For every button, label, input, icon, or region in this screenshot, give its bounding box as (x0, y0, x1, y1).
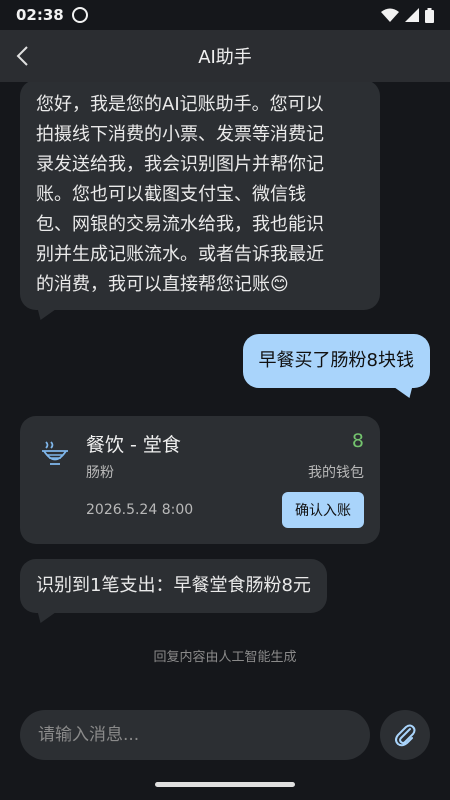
ai-intro-line: 您好，我是您的AI记账助手。您可以 (36, 94, 324, 115)
wifi-icon (381, 8, 399, 22)
input-row (0, 700, 450, 770)
battery-icon (425, 7, 434, 23)
chevron-left-icon (16, 46, 28, 66)
confirm-record-button[interactable]: 确认入账 (282, 492, 364, 528)
ai-intro-line: 拍摄线下消费的小票、发票等消费记 (36, 124, 324, 145)
paperclip-icon (395, 724, 416, 747)
record-amount: 8 (351, 430, 364, 452)
ai-intro-line: 账。您也可以截图支付宝、微信钱 (36, 184, 306, 205)
noodle-bowl-icon (42, 441, 68, 465)
signal-icon (405, 8, 419, 22)
message-input[interactable] (20, 710, 370, 760)
user-message-bubble: 早餐买了肠粉8块钱 (242, 334, 430, 388)
chat-list[interactable]: 您好，我是您的AI记账助手。您可以 拍摄线下消费的小票、发票等消费记 录发送给我… (0, 82, 450, 700)
ai-intro-bubble: 您好，我是您的AI记账助手。您可以 拍摄线下消费的小票、发票等消费记 录发送给我… (20, 82, 380, 310)
notification-icon (71, 7, 88, 23)
ai-disclaimer: 回复内容由人工智能生成 (153, 650, 297, 665)
record-item: 肠粉 (86, 465, 114, 481)
nav-bar (0, 770, 450, 800)
home-gesture-handle[interactable] (155, 782, 295, 787)
ai-intro-line: 包、网银的交易流水给我，我也能识 (36, 214, 324, 235)
user-message-text: 早餐买了肠粉8块钱 (258, 350, 414, 371)
page-title: AI助手 (198, 47, 252, 68)
record-card: 餐饮 - 堂食 肠粉 8 我的钱包 2026.5.24 8:00 确认入账 (20, 416, 380, 544)
ai-result-bubble: 识别到1笔支出：早餐堂食肠粉8元 (20, 559, 327, 613)
back-button[interactable] (6, 40, 38, 72)
ai-intro-line: 录发送给我，我会识别图片并帮你记 (36, 154, 324, 175)
record-datetime: 2026.5.24 8:00 (86, 502, 194, 518)
status-bar: 02:38 (0, 0, 450, 30)
ai-intro-line: 的消费，我可以直接帮您记账😊 (36, 274, 289, 295)
ai-result-text: 识别到1笔支出：早餐堂食肠粉8元 (36, 575, 311, 596)
attach-button[interactable] (380, 710, 430, 760)
record-account: 我的钱包 (308, 465, 364, 481)
record-category: 餐饮 - 堂食 (86, 434, 181, 456)
status-icons (381, 7, 434, 23)
app-bar: AI助手 (0, 30, 450, 82)
status-time: 02:38 (16, 6, 64, 24)
ai-intro-line: 别并生成记账流水。或者告诉我最近 (36, 244, 324, 265)
